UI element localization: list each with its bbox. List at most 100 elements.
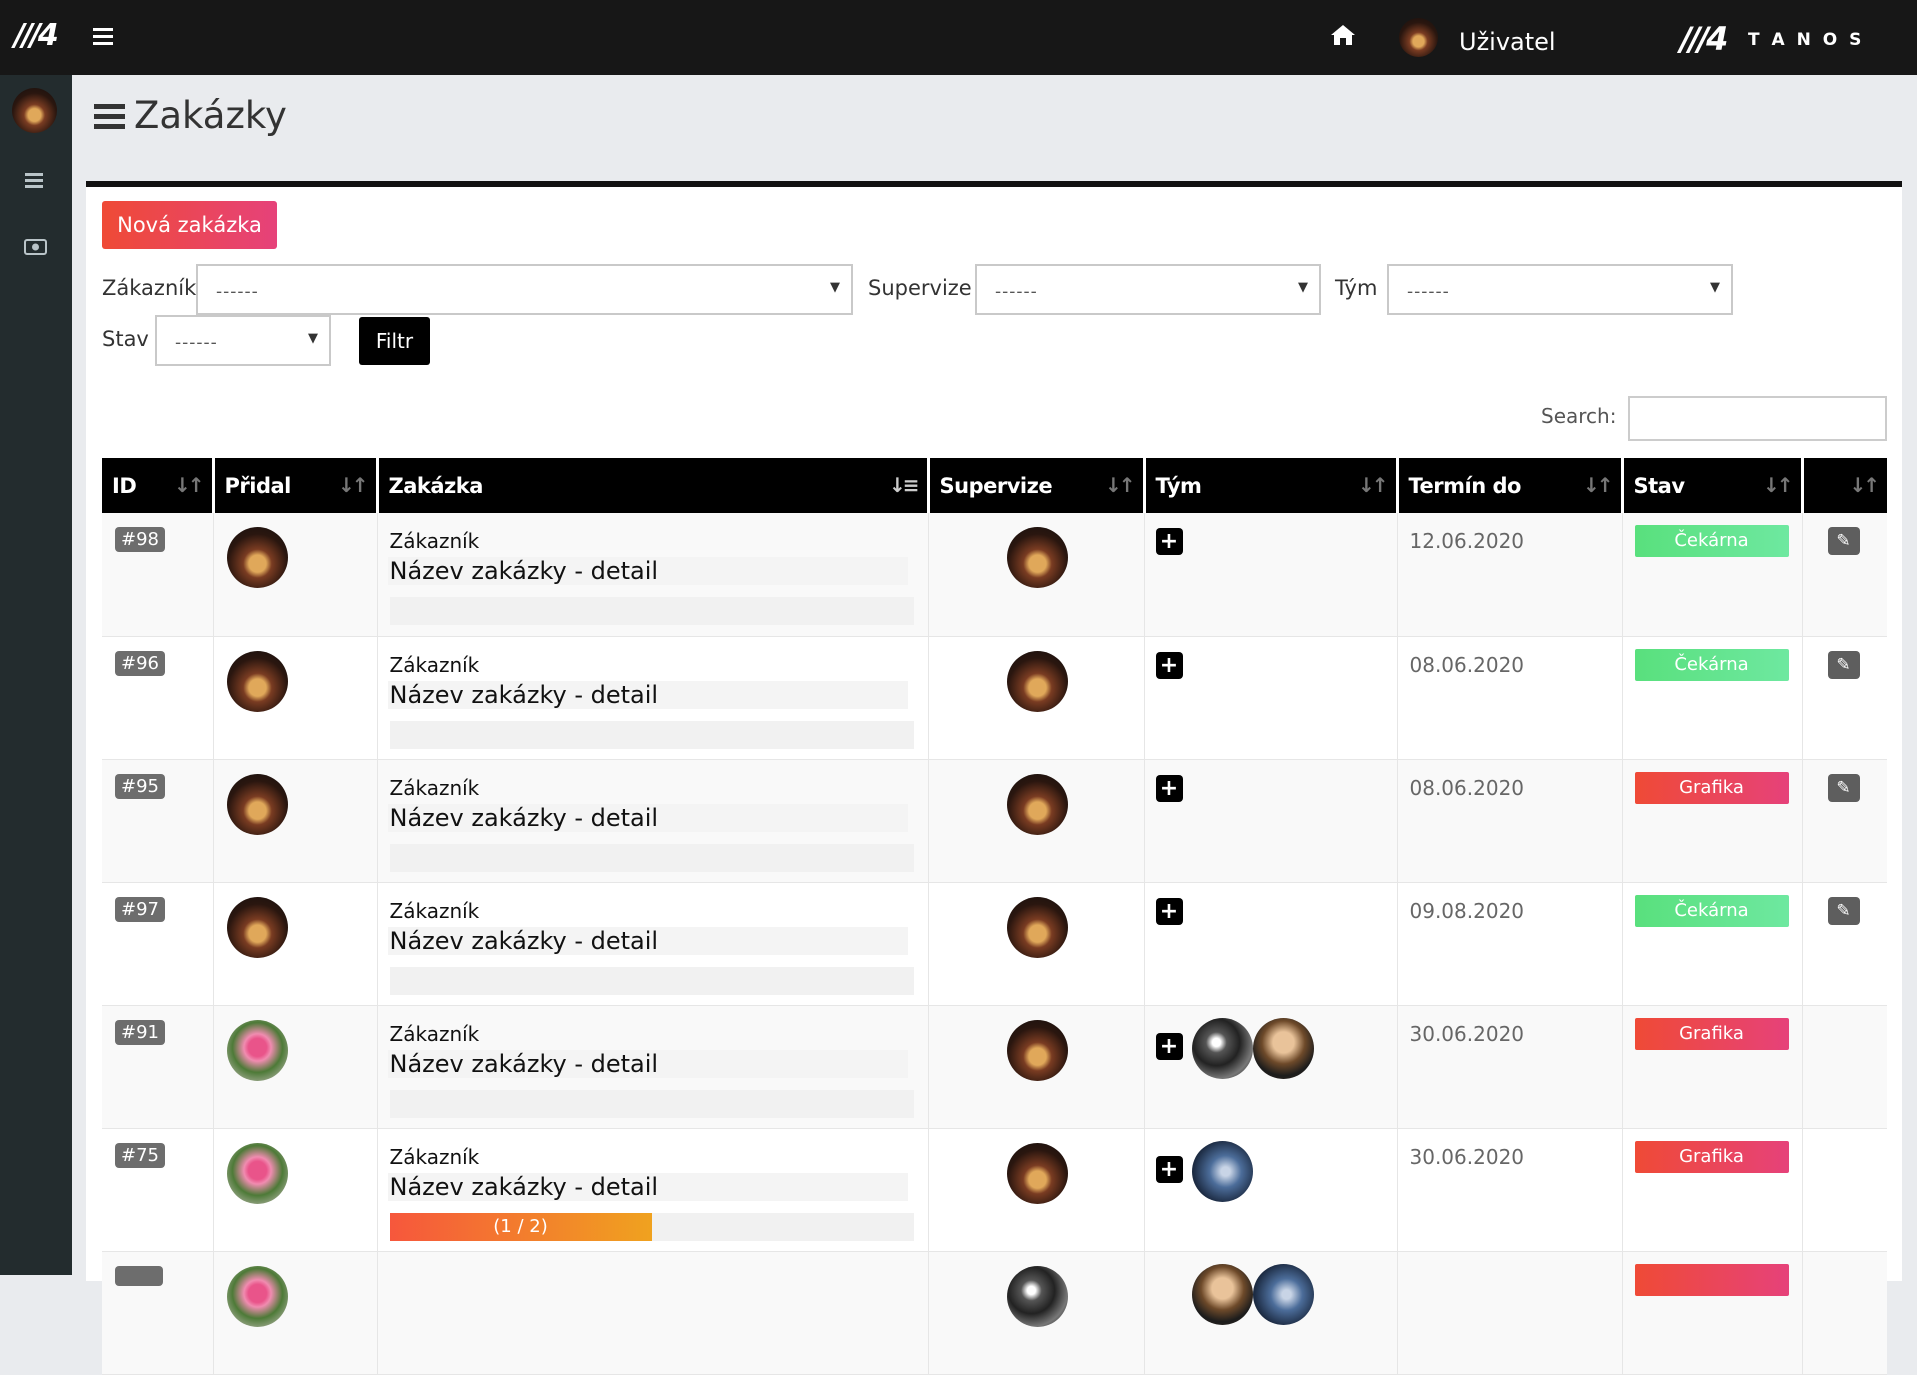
plus-icon[interactable]: + [1155,528,1183,555]
order-id-badge: #95 [115,773,165,799]
column-header-team[interactable]: Tým ↓↑ [1144,458,1399,513]
customer-filter-select[interactable]: ------ ▼ [196,264,853,315]
column-header-deadline[interactable]: Termín do ↓↑ [1397,458,1624,513]
chevron-down-icon: ▼ [308,331,319,346]
sort-icon[interactable]: ↓≡ [889,473,919,497]
plus-icon[interactable]: + [1155,774,1183,802]
user-name[interactable]: Uživatel [1459,28,1556,56]
column-header-order[interactable]: Zakázka ↓≡ [377,458,930,513]
table-row[interactable]: #75 Zákazník Název zakázky - detail (1 /… [102,1128,1887,1252]
table-row[interactable]: #98 Zákazník Název zakázky - detail + 12… [102,513,1887,637]
order-progress-fill: (1 / 2) [389,1212,652,1241]
plus-icon[interactable]: + [1155,1032,1183,1060]
app-logo[interactable]: ///4 [14,18,59,53]
order-progress-bar [389,720,914,749]
plus-icon[interactable]: + [1155,897,1183,925]
team-member-avatar [1252,1017,1314,1079]
search-label: Search: [1541,404,1617,428]
money-icon[interactable] [24,239,47,255]
sidebar-avatar[interactable] [12,88,57,133]
new-order-button[interactable]: Nová zakázka [102,201,277,249]
home-icon[interactable] [1330,24,1356,46]
chevron-down-icon: ▼ [830,280,841,295]
chevron-down-icon: ▼ [1298,280,1309,295]
team-member-avatar [1191,1263,1253,1325]
order-id-badge: #96 [115,650,165,676]
edit-icon[interactable]: ✎ [1827,773,1860,802]
added-by-avatar [226,896,288,958]
team-filter-value: ------ [1407,282,1450,302]
status-badge: Grafika [1634,1140,1789,1173]
sort-icon[interactable]: ↓↑ [1849,473,1879,497]
sidebar [0,75,72,1275]
order-progress-bar: (1 / 2) [389,1212,914,1241]
order-title[interactable]: Název zakázky - detail [387,1049,908,1078]
plus-icon[interactable]: + [1155,1155,1183,1183]
order-id-badge [115,1265,163,1286]
order-id-badge: #97 [115,896,165,922]
order-title[interactable]: Název zakázky - detail [387,557,908,585]
sidebar-menu-icon[interactable] [25,173,43,188]
team-filter-select[interactable]: ------ ▼ [1387,264,1733,315]
sort-icon[interactable]: ↓↑ [1763,473,1793,497]
sort-icon[interactable]: ↓↑ [1358,473,1388,497]
supervisor-avatar [1006,527,1068,588]
order-id-badge: #75 [115,1142,165,1168]
edit-icon[interactable]: ✎ [1827,527,1860,555]
supervisor-avatar [1006,650,1068,712]
table-row[interactable]: #91 Zákazník Název zakázky - detail + 30… [102,1005,1887,1129]
brand-name: T A N O S [1748,30,1865,50]
edit-icon[interactable]: ✎ [1827,650,1860,679]
supervision-filter-select[interactable]: ------ ▼ [975,264,1321,315]
column-header-supervision[interactable]: Supervize ↓↑ [928,458,1146,513]
orders-table: ID ↓↑ Přidal ↓↑ Zakázka ↓≡ Supervize ↓↑ Tým ↓… [102,458,1887,1375]
state-filter-select[interactable]: ------ ▼ [155,315,331,366]
team-member-avatar [1191,1017,1253,1079]
status-badge: Čekárna [1634,648,1789,681]
sort-icon[interactable]: ↓↑ [1105,473,1135,497]
order-customer: Zákazník [389,898,480,923]
user-avatar[interactable] [1399,18,1438,57]
order-id-badge: #91 [115,1019,165,1045]
state-filter-value: ------ [175,333,218,353]
added-by-avatar [226,1019,288,1081]
plus-icon[interactable]: + [1155,651,1183,679]
supervisor-avatar [1006,1142,1068,1204]
order-deadline: 08.06.2020 [1409,775,1525,800]
order-title[interactable]: Název zakázky - detail [387,803,908,832]
sort-icon[interactable]: ↓↑ [1583,473,1613,497]
added-by-avatar [226,527,288,588]
order-deadline: 30.06.2020 [1409,1021,1525,1046]
search-input[interactable] [1628,396,1887,441]
order-customer: Zákazník [389,529,480,553]
order-customer: Zákazník [389,1144,480,1169]
order-title[interactable]: Název zakázky - detail [387,926,908,955]
order-id-badge: #98 [115,527,165,552]
column-header-id[interactable]: ID ↓↑ [102,458,215,513]
filter-button[interactable]: Filtr [359,317,430,365]
column-header-actions[interactable]: ↓↑ [1802,458,1887,513]
order-deadline: 30.06.2020 [1409,1144,1525,1169]
order-title[interactable]: Název zakázky - detail [387,680,908,709]
order-title[interactable]: Název zakázky - detail [387,1172,908,1201]
page-title: Zakázky [134,94,287,137]
order-customer: Zákazník [389,775,480,800]
table-row[interactable]: #95 Zákazník Název zakázky - detail + 08… [102,759,1887,883]
customer-filter-label: Zákazník [102,276,197,300]
order-deadline: 09.08.2020 [1409,898,1525,923]
order-progress-bar [389,1089,914,1118]
order-progress-bar [389,843,914,872]
status-badge: Čekárna [1634,894,1789,927]
edit-icon[interactable]: ✎ [1827,896,1860,925]
column-header-status[interactable]: Stav ↓↑ [1622,458,1804,513]
column-header-added-by[interactable]: Přidal ↓↑ [213,458,379,513]
order-deadline: 12.06.2020 [1409,529,1525,553]
supervisor-avatar [1006,773,1068,835]
sort-icon[interactable]: ↓↑ [174,473,204,497]
menu-toggle-icon[interactable] [93,28,113,45]
table-row[interactable] [102,1251,1887,1375]
order-progress-bar [389,966,914,995]
table-row[interactable]: #96 Zákazník Název zakázky - detail + 08… [102,636,1887,760]
sort-icon[interactable]: ↓↑ [338,473,368,497]
table-row[interactable]: #97 Zákazník Název zakázky - detail + 09… [102,882,1887,1006]
